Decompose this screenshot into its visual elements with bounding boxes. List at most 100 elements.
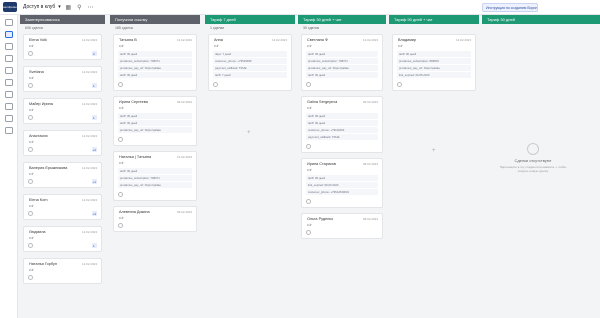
deal-card[interactable]: Татьяна В 13.02.2023 0 ₽ tariff: 30 дней pro…	[113, 34, 197, 91]
contact-avatar-icon[interactable]	[306, 144, 311, 149]
filter-icon[interactable]: ⚲	[76, 4, 83, 11]
deal-name[interactable]: Ольга Руденко	[307, 217, 333, 221]
deal-card[interactable]: Анастасия 12.02.2023 0 ₽ +2	[23, 130, 102, 156]
contact-avatar-icon[interactable]	[28, 243, 33, 248]
deal-name[interactable]: Galina Sergeyeva	[307, 100, 337, 104]
chat-icon[interactable]	[4, 55, 13, 62]
contact-avatar-icon[interactable]	[28, 275, 33, 280]
deal-card[interactable]: Galina Sergeyeva 09.02.2023 0 ₽ tariff: 30 …	[301, 96, 383, 153]
grid-view-icon[interactable]: ▦	[65, 4, 72, 11]
contacts-icon[interactable]	[4, 43, 13, 50]
contact-avatar-icon[interactable]	[118, 82, 123, 87]
deal-card[interactable]: Алевтина Дикина 09.02.2023 0 ₽	[113, 206, 197, 232]
deal-name[interactable]: Анна	[214, 38, 223, 42]
deal-card[interactable]: Валерия Ерыжникова 12.02.2023 0 ₽ +1	[23, 162, 102, 188]
deal-price: 0 ₽	[29, 172, 34, 176]
instruction-banner[interactable]: Инструкция по созданию Воронки	[482, 3, 538, 12]
deal-variable-tag: tariff: 30 дней	[118, 51, 192, 57]
analytics-icon[interactable]	[4, 115, 13, 122]
deal-variable-tag: tariff: 30 дней	[118, 113, 192, 119]
deal-name[interactable]: Людмила	[29, 230, 46, 234]
column-header[interactable]: Заинтересовались	[20, 15, 105, 24]
contact-avatar-icon[interactable]	[213, 82, 218, 87]
home-icon[interactable]	[4, 19, 13, 26]
contact-avatar-icon[interactable]	[28, 115, 33, 120]
deal-card[interactable]: Анна 13.02.2023 0 ₽ days: 7 дней customer_ph…	[208, 34, 292, 91]
deal-card[interactable]: Svetlana 12.02.2023 0 ₽ 1	[23, 66, 102, 92]
contact-avatar-icon[interactable]	[28, 179, 33, 184]
deal-card[interactable]: Владимир 13.02.2023 0 ₽ tariff: 90 дней prod…	[392, 34, 476, 91]
contact-avatar-icon[interactable]	[306, 199, 311, 204]
deal-card[interactable]: Ирина Стариков 08.02.2023 0 ₽ tariff: 30 дн…	[301, 158, 383, 208]
chat-action-button[interactable]: +1	[91, 179, 97, 184]
contact-avatar-icon[interactable]	[28, 211, 33, 216]
empty-title: Сделки отсутствуют	[514, 158, 552, 163]
deal-card[interactable]: Майер Ирина 12.02.2023 0 ₽ 1	[23, 98, 102, 124]
deals-icon[interactable]	[4, 31, 13, 38]
deal-card[interactable]: Elena Volk 12.02.2023 0 ₽ 2	[23, 34, 102, 60]
deal-card[interactable]: Наталья Горбун 12.02.2023 0 ₽	[23, 258, 102, 284]
bot-icon[interactable]	[4, 91, 13, 98]
automation-icon[interactable]	[4, 103, 13, 110]
deal-variable-tag: prodamus_subscription: 798371	[306, 58, 378, 64]
deal-date: 13.02.2023	[362, 38, 378, 42]
contact-avatar-icon[interactable]	[397, 82, 402, 87]
app-logo[interactable]: sendpulse	[3, 2, 17, 12]
settings-icon[interactable]	[4, 127, 13, 134]
deal-variable-tag: tariff: 30 дней	[118, 120, 192, 126]
deal-name[interactable]: Майер Ирина	[29, 102, 53, 106]
deal-name[interactable]: Владимир	[398, 38, 416, 42]
column-header[interactable]: Тариф 30 дней + чат	[298, 15, 386, 24]
deal-name[interactable]: Svetlana	[29, 70, 44, 74]
column-header[interactable]: Тариф 30 дней	[482, 15, 600, 24]
deal-card[interactable]: Светлана Ф 13.02.2023 0 ₽ tariff: 30 дней pr…	[301, 34, 383, 91]
deal-date: 13.02.2023	[176, 38, 192, 42]
contact-avatar-icon[interactable]	[306, 230, 311, 235]
deal-price: 0 ₽	[214, 44, 219, 48]
deal-name[interactable]: Татьяна В	[119, 38, 137, 42]
more-icon[interactable]: ⋯	[87, 4, 94, 11]
chat-action-button[interactable]: 2	[92, 51, 97, 56]
deal-date: 12.02.2023	[81, 70, 97, 74]
deal-name[interactable]: Ирина Сергеева	[119, 100, 148, 104]
chevron-down-icon[interactable]: ▾	[58, 4, 61, 10]
chat-action-button[interactable]: 1	[92, 83, 97, 88]
deal-card[interactable]: Ирина Сергеева 09.02.2023 0 ₽ tariff: 30 дн…	[113, 96, 197, 146]
deal-variable-tag: customer_phone: +79533069	[213, 58, 287, 64]
chat-action-button[interactable]: +2	[91, 147, 97, 152]
contact-avatar-icon[interactable]	[306, 82, 311, 87]
contact-avatar-icon[interactable]	[28, 83, 33, 88]
deal-card[interactable]: Людмила 12.02.2023 0 ₽ 1	[23, 226, 102, 252]
deal-name[interactable]: Алевтина Дикина	[119, 210, 150, 214]
contact-avatar-icon[interactable]	[28, 51, 33, 56]
deal-date: 13.02.2023	[176, 155, 192, 159]
chat-action-button[interactable]: +3	[91, 211, 97, 216]
add-deal-icon[interactable]: +	[247, 130, 251, 136]
deal-card[interactable]: Наталья | Татьяна 13.02.2023 0 ₽ tariff: 30…	[113, 151, 197, 201]
deal-name[interactable]: Анастасия	[29, 134, 48, 138]
contact-avatar-icon[interactable]	[118, 137, 123, 142]
chat-action-button[interactable]: 1	[92, 115, 97, 120]
deal-name[interactable]: Наталья | Татьяна	[119, 155, 151, 159]
column-header[interactable]: Получили ссылку	[110, 15, 200, 24]
deal-name[interactable]: Наталья Горбун	[29, 262, 57, 266]
column-header[interactable]: Тариф 90 дней + чат	[389, 15, 479, 24]
column-header[interactable]: Тариф 7 дней	[205, 15, 295, 24]
contact-avatar-icon[interactable]	[28, 147, 33, 152]
deal-price: 0 ₽	[29, 76, 34, 80]
sms-icon[interactable]	[4, 79, 13, 86]
add-deal-icon[interactable]: +	[432, 148, 436, 154]
deal-name[interactable]: Elena Volk	[29, 38, 47, 42]
email-icon[interactable]	[4, 67, 13, 74]
funnel-title[interactable]: Доступ в клуб	[23, 4, 55, 10]
contact-avatar-icon[interactable]	[118, 192, 123, 197]
deal-price: 0 ₽	[29, 44, 34, 48]
deal-name[interactable]: Светлана Ф	[307, 38, 328, 42]
contact-avatar-icon[interactable]	[118, 223, 123, 228]
deal-name[interactable]: Валерия Ерыжникова	[29, 166, 67, 170]
chat-action-button[interactable]: 1	[92, 243, 97, 248]
deal-card[interactable]: Elena Kom 12.02.2023 0 ₽ +3	[23, 194, 102, 220]
deal-name[interactable]: Ирина Стариков	[307, 162, 336, 166]
deal-name[interactable]: Elena Kom	[29, 198, 48, 202]
deal-card[interactable]: Ольга Руденко 08.02.2023 0 ₽	[301, 213, 383, 239]
